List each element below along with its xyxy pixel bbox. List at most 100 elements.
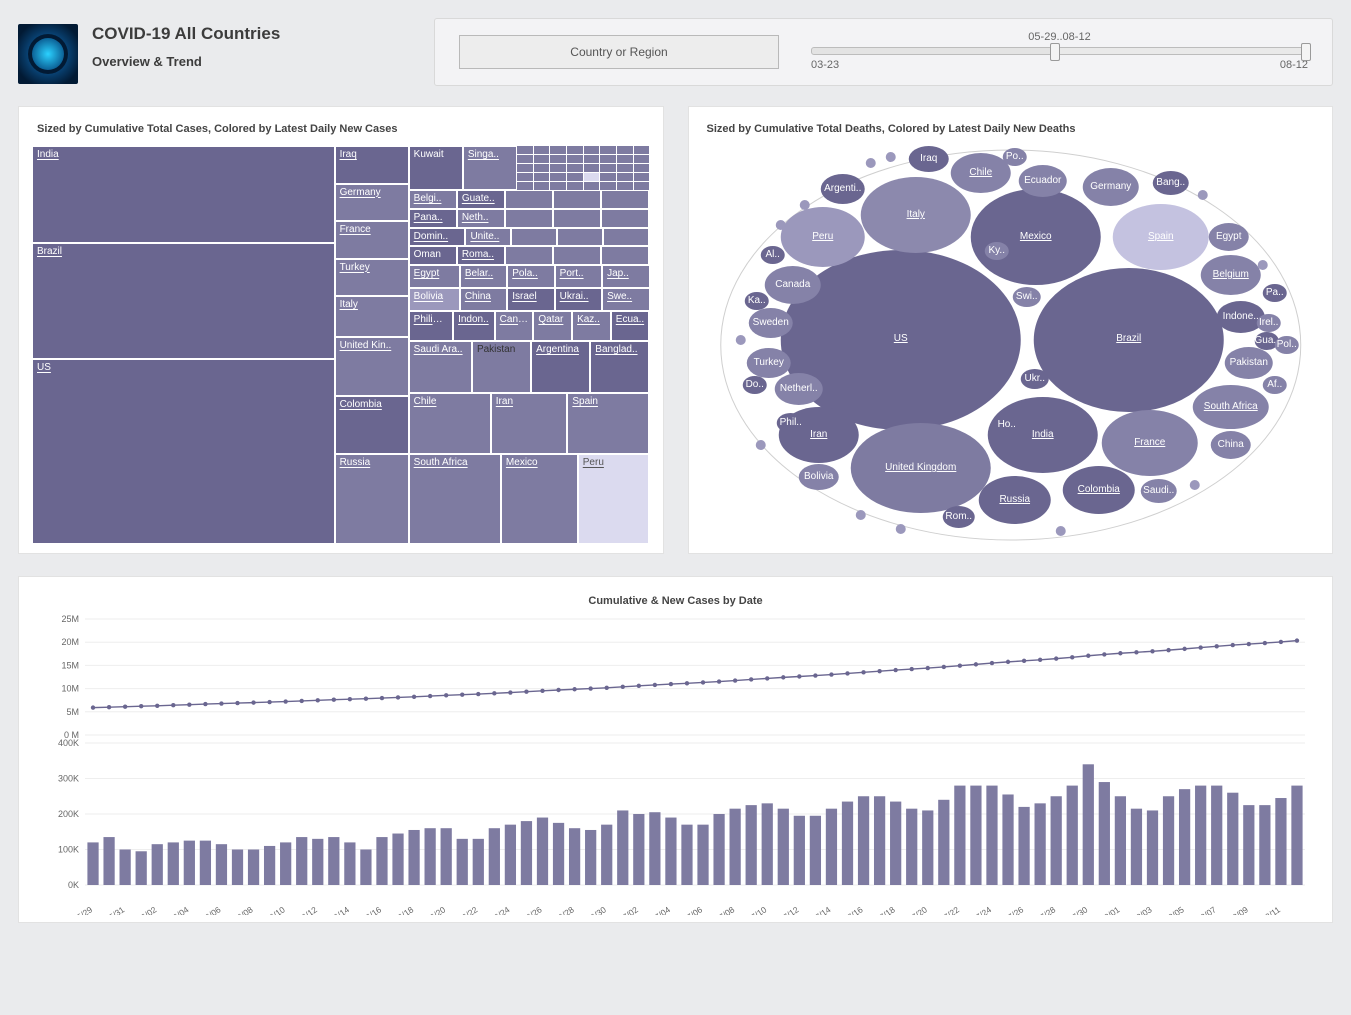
bubble[interactable]: Ukr..: [1020, 369, 1048, 389]
treemap-cell[interactable]: Iraq: [335, 146, 409, 184]
bubble[interactable]: India: [987, 397, 1097, 473]
treemap-cell[interactable]: [505, 190, 553, 209]
bubble[interactable]: Ka..: [744, 292, 768, 310]
bubble[interactable]: Pol..: [1274, 336, 1298, 354]
treemap-cell[interactable]: Belgi..: [409, 190, 457, 209]
bubble[interactable]: Peru: [780, 207, 864, 267]
treemap-cell[interactable]: Neth..: [457, 209, 505, 228]
bubble[interactable]: Irel..: [1256, 314, 1280, 332]
treemap-cell[interactable]: France: [335, 221, 409, 259]
bubble[interactable]: Germany: [1082, 168, 1138, 206]
country-region-combo[interactable]: Country or Region: [459, 35, 779, 69]
treemap-cell[interactable]: Turkey: [335, 259, 409, 297]
treemap-cell[interactable]: Port..: [555, 265, 602, 288]
bubble[interactable]: Phil..: [776, 413, 804, 433]
treemap-cell[interactable]: Pana..: [409, 209, 457, 228]
treemap-cell[interactable]: India: [32, 146, 335, 243]
treemap-cell[interactable]: South Africa: [409, 454, 501, 544]
treemap-cell[interactable]: [601, 209, 649, 228]
date-range-slider[interactable]: 05-29..08-12 03-23 08-12: [811, 33, 1308, 71]
treemap-cell[interactable]: Jap..: [602, 265, 649, 288]
treemap-cell[interactable]: Qatar: [533, 311, 572, 341]
treemap-cell[interactable]: [557, 228, 603, 247]
bubble[interactable]: Pa..: [1262, 284, 1286, 302]
bubble[interactable]: Indone..: [1216, 301, 1264, 333]
treemap-cell[interactable]: Israel: [507, 288, 554, 311]
bubble[interactable]: Ecuador: [1018, 165, 1066, 197]
treemap-cell[interactable]: Brazil: [32, 243, 335, 359]
treemap-cell[interactable]: [553, 190, 601, 209]
bubble-chart[interactable]: US Brazil Mexico United Kingdom India It…: [701, 145, 1321, 545]
bubble[interactable]: Af..: [1262, 376, 1286, 394]
treemap-cell[interactable]: Ecua..: [611, 311, 650, 341]
treemap-cell[interactable]: Egypt: [409, 265, 460, 288]
treemap-cell[interactable]: Russia: [335, 454, 409, 544]
treemap-cell[interactable]: United Kin..: [335, 337, 409, 396]
treemap-cell[interactable]: Peru: [578, 454, 650, 544]
treemap-cell[interactable]: Bolivia: [409, 288, 460, 311]
treemap-cell[interactable]: Saudi Ara..: [409, 341, 472, 394]
bubble[interactable]: Ky..: [984, 242, 1008, 260]
bubble[interactable]: Italy: [860, 177, 970, 253]
bubble[interactable]: South Africa: [1192, 385, 1268, 429]
treemap-cell[interactable]: Oman: [409, 246, 457, 265]
treemap-cell[interactable]: Unite..: [465, 228, 511, 247]
treemap-cell[interactable]: [603, 228, 649, 247]
treemap-cell[interactable]: Argentina: [531, 341, 590, 394]
bubble[interactable]: Spain: [1112, 204, 1208, 270]
bubble[interactable]: United Kingdom: [850, 423, 990, 513]
treemap-cell[interactable]: Italy: [335, 296, 409, 337]
bubble[interactable]: Mexico: [970, 189, 1100, 285]
treemap-cell[interactable]: [553, 209, 601, 228]
treemap-cell[interactable]: [601, 190, 649, 209]
treemap-cell[interactable]: Guate..: [457, 190, 505, 209]
slider-track[interactable]: [811, 47, 1308, 55]
bubble[interactable]: Netherl..: [774, 373, 822, 405]
bubble[interactable]: Rom..: [942, 506, 974, 528]
treemap-cell[interactable]: Philipp..: [409, 311, 453, 341]
treemap-cell[interactable]: Banglad..: [590, 341, 649, 394]
bubble[interactable]: Saudi..: [1140, 479, 1176, 503]
treemap-cell[interactable]: Germany: [335, 184, 409, 222]
bubble[interactable]: Bolivia: [798, 464, 838, 490]
combo-chart[interactable]: 0 M5M10M15M20M25M0K100K200K300K400K05/29…: [35, 615, 1315, 915]
treemap-cell[interactable]: Ukrai..: [555, 288, 602, 311]
treemap-cell[interactable]: Roma..: [457, 246, 505, 265]
bubble[interactable]: China: [1210, 431, 1250, 459]
treemap-cell[interactable]: Cana..: [495, 311, 534, 341]
bubble[interactable]: Colombia: [1062, 466, 1134, 514]
bubble[interactable]: Ho..: [994, 416, 1018, 434]
bubble[interactable]: Bang..: [1152, 171, 1188, 195]
bubble[interactable]: Brazil: [1033, 268, 1223, 412]
bubble[interactable]: Sweden: [748, 308, 792, 338]
bubble[interactable]: Pakistan: [1224, 347, 1272, 379]
treemap-cell[interactable]: Iran: [491, 393, 568, 453]
bubble[interactable]: Al..: [760, 246, 784, 264]
treemap-cell[interactable]: [601, 246, 649, 265]
bubble[interactable]: Egypt: [1208, 223, 1248, 251]
bubble[interactable]: Iraq: [908, 146, 948, 172]
treemap-cell[interactable]: Indon..: [453, 311, 495, 341]
treemap-cell[interactable]: China: [460, 288, 507, 311]
bubble[interactable]: Swi..: [1012, 287, 1040, 307]
bubble[interactable]: Turkey: [746, 348, 790, 378]
treemap-cell[interactable]: Pola..: [507, 265, 554, 288]
treemap-cell[interactable]: Chile: [409, 393, 491, 453]
treemap-cell[interactable]: Belar..: [460, 265, 507, 288]
bubble[interactable]: Argenti..: [820, 174, 864, 204]
treemap-cell[interactable]: Swe..: [602, 288, 649, 311]
treemap-cell[interactable]: Kaz..: [572, 311, 611, 341]
treemap-cell[interactable]: Pakistan: [472, 341, 531, 394]
treemap-cell[interactable]: [553, 246, 601, 265]
bubble[interactable]: Po..: [1002, 148, 1026, 166]
bubble[interactable]: France: [1101, 410, 1197, 476]
bubble[interactable]: Chile: [950, 153, 1010, 193]
treemap-cell[interactable]: US: [32, 359, 335, 544]
treemap-chart[interactable]: India Brazil US Iraq Germany France Turk…: [31, 145, 651, 545]
bubble[interactable]: Do..: [742, 376, 766, 394]
bubble[interactable]: Belgium: [1200, 255, 1260, 295]
treemap-cell[interactable]: Domin..: [409, 228, 466, 247]
treemap-tiny-cells[interactable]: [517, 146, 649, 190]
treemap-cell[interactable]: [505, 246, 553, 265]
slider-thumb-end[interactable]: [1301, 43, 1311, 61]
